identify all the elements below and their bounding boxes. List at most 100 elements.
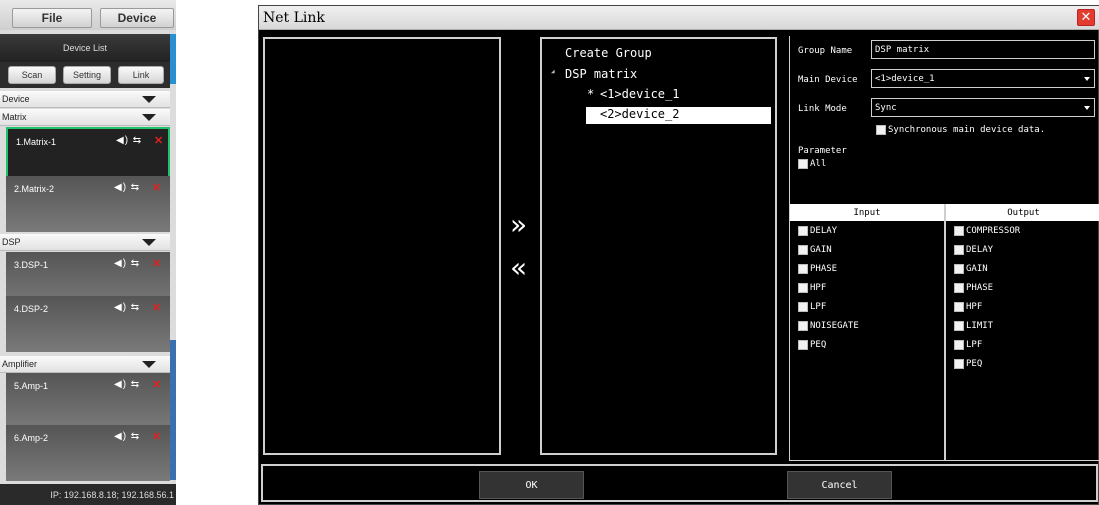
cancel-button[interactable]: Cancel xyxy=(787,471,892,499)
tree-device-item-selected[interactable]: <2>device_2 xyxy=(586,107,771,124)
group-header-amplifier[interactable]: Amplifier xyxy=(0,356,170,373)
remove-icon[interactable]: ✕ xyxy=(152,181,161,194)
link-button[interactable]: Link xyxy=(118,66,164,84)
device-card[interactable]: 4.DSP-2 ◀) ⇆ ✕ xyxy=(6,296,170,352)
sync-main-checkbox[interactable]: Synchronous main device data. xyxy=(876,125,1045,135)
output-param-checkbox[interactable]: DELAY xyxy=(954,245,993,255)
scan-button[interactable]: Scan xyxy=(8,66,56,84)
output-param-checkbox[interactable]: PEQ xyxy=(954,359,982,369)
available-devices-list[interactable] xyxy=(263,37,501,455)
device-card[interactable]: 6.Amp-2 ◀) ⇆ ✕ xyxy=(6,425,170,481)
speaker-link-icons[interactable]: ◀) ⇆ xyxy=(114,379,140,390)
checkbox-box[interactable] xyxy=(798,321,808,331)
tree-device-item[interactable]: <1>device_1 xyxy=(600,87,679,101)
output-param-checkbox[interactable]: LIMIT xyxy=(954,321,993,331)
input-param-checkbox[interactable]: LPF xyxy=(798,302,826,312)
checkbox-box[interactable] xyxy=(954,226,964,236)
remove-icon[interactable]: ✕ xyxy=(152,257,161,270)
checkbox-box[interactable] xyxy=(876,125,886,135)
file-menu-button[interactable]: File xyxy=(12,8,92,28)
remove-icon[interactable]: ✕ xyxy=(152,430,161,443)
collapse-triangle-icon[interactable] xyxy=(142,239,156,246)
checkbox-box[interactable] xyxy=(954,359,964,369)
add-to-group-arrow-icon[interactable]: » xyxy=(510,211,527,239)
all-checkbox[interactable]: All xyxy=(798,159,826,169)
device-name: 1.Matrix-1 xyxy=(16,137,57,147)
remove-icon[interactable]: ✕ xyxy=(152,378,161,391)
checkbox-box[interactable] xyxy=(798,302,808,312)
checkbox-box[interactable] xyxy=(954,264,964,274)
device-card[interactable]: 5.Amp-1 ◀) ⇆ ✕ xyxy=(6,373,170,429)
close-icon[interactable]: ✕ xyxy=(1077,9,1095,26)
device-list-title: Device List xyxy=(0,34,170,62)
sync-main-label: Synchronous main device data. xyxy=(888,125,1046,135)
checkbox-box[interactable] xyxy=(954,283,964,293)
input-param-checkbox[interactable]: PEQ xyxy=(798,340,826,350)
group-header-device[interactable]: Device xyxy=(0,91,170,108)
device-menu-button[interactable]: Device xyxy=(100,8,174,28)
remove-icon[interactable]: ✕ xyxy=(152,301,161,314)
input-param-label: LPF xyxy=(810,302,827,312)
output-param-checkbox[interactable]: LPF xyxy=(954,340,982,350)
device-card[interactable]: 1.Matrix-1 ◀) ⇆ ✕ xyxy=(6,127,170,183)
speaker-link-icons[interactable]: ◀) ⇆ xyxy=(114,258,140,269)
input-param-checkbox[interactable]: PHASE xyxy=(798,264,837,274)
remove-from-group-arrow-icon[interactable]: « xyxy=(510,254,527,282)
group-header-dsp[interactable]: DSP xyxy=(0,234,170,251)
input-param-checkbox[interactable]: DELAY xyxy=(798,226,837,236)
remove-icon[interactable]: ✕ xyxy=(154,134,163,147)
group-name-input[interactable]: DSP matrix xyxy=(871,40,1095,59)
dialog-title: Net Link xyxy=(263,10,325,26)
output-param-label: LPF xyxy=(966,340,983,350)
main-device-select[interactable]: <1>device_1 xyxy=(871,69,1095,88)
collapse-triangle-icon[interactable] xyxy=(142,114,156,121)
speaker-link-icons[interactable]: ◀) ⇆ xyxy=(114,431,140,442)
output-param-label: GAIN xyxy=(966,264,988,274)
checkbox-box[interactable] xyxy=(954,302,964,312)
create-group-node[interactable]: Create Group xyxy=(565,46,652,60)
device-card[interactable]: 2.Matrix-2 ◀) ⇆ ✕ xyxy=(6,176,170,232)
checkbox-box[interactable] xyxy=(954,340,964,350)
checkbox-box[interactable] xyxy=(954,245,964,255)
collapse-triangle-icon[interactable] xyxy=(142,96,156,103)
expand-toggle-icon[interactable]: ◢ xyxy=(551,68,555,75)
checkbox-box[interactable] xyxy=(798,283,808,293)
panel-scrollbar[interactable] xyxy=(170,340,176,480)
output-param-label: DELAY xyxy=(966,245,994,255)
ok-button[interactable]: OK xyxy=(479,471,584,499)
net-link-dialog: Net Link ✕ » « Create Group ◢ DSP matrix… xyxy=(258,5,1099,505)
checkbox-box[interactable] xyxy=(798,245,808,255)
output-param-checkbox[interactable]: HPF xyxy=(954,302,982,312)
link-mode-select[interactable]: Sync xyxy=(871,98,1095,117)
group-node[interactable]: DSP matrix xyxy=(565,67,637,81)
parameter-label: Parameter xyxy=(798,146,847,156)
speaker-link-icons[interactable]: ◀) ⇆ xyxy=(114,182,140,193)
checkbox-box[interactable] xyxy=(798,226,808,236)
input-param-checkbox[interactable]: HPF xyxy=(798,283,826,293)
checkbox-box[interactable] xyxy=(798,264,808,274)
collapse-triangle-icon[interactable] xyxy=(142,361,156,368)
input-param-checkbox[interactable]: NOISEGATE xyxy=(798,321,859,331)
output-param-checkbox[interactable]: GAIN xyxy=(954,264,988,274)
group-name-label: Group Name xyxy=(798,46,853,56)
top-menu-bar: File Device xyxy=(0,0,176,30)
link-mode-label: Link Mode xyxy=(798,104,847,114)
group-label: Device xyxy=(2,94,30,104)
output-column-header: Output xyxy=(946,204,1099,221)
speaker-link-icons[interactable]: ◀) ⇆ xyxy=(116,135,142,146)
output-param-checkbox[interactable]: COMPRESSOR xyxy=(954,226,1020,236)
output-param-label: HPF xyxy=(966,302,983,312)
input-param-checkbox[interactable]: GAIN xyxy=(798,245,832,255)
speaker-link-icons[interactable]: ◀) ⇆ xyxy=(114,302,140,313)
dialog-footer: OK Cancel xyxy=(261,464,1098,502)
panel-scroll-accent xyxy=(170,34,176,84)
output-param-checkbox[interactable]: PHASE xyxy=(954,283,993,293)
group-header-matrix[interactable]: Matrix xyxy=(0,109,170,126)
device-name: 4.DSP-2 xyxy=(14,304,49,314)
setting-button[interactable]: Setting xyxy=(63,66,111,84)
checkbox-box[interactable] xyxy=(954,321,964,331)
checkbox-box[interactable] xyxy=(798,159,808,169)
group-tree[interactable]: Create Group ◢ DSP matrix * <1>device_1 … xyxy=(540,37,777,455)
checkbox-box[interactable] xyxy=(798,340,808,350)
dialog-title-bar[interactable]: Net Link ✕ xyxy=(259,6,1099,30)
